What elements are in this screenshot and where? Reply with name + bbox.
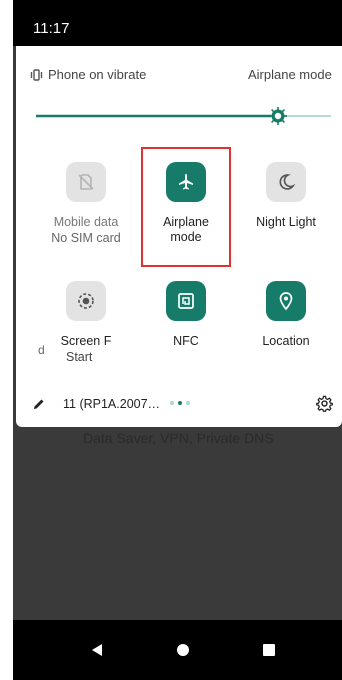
- edit-pencil-icon[interactable]: [32, 397, 46, 411]
- brightness-slider[interactable]: [36, 106, 331, 126]
- tile-label: Night Light: [256, 215, 316, 229]
- scrolled-tile-fragment: d: [38, 343, 45, 357]
- ringer-status[interactable]: Phone on vibrate: [30, 67, 146, 82]
- recents-icon: [263, 644, 275, 656]
- back-button[interactable]: [77, 634, 117, 666]
- navigation-bar: [13, 620, 342, 680]
- tile-screen-record[interactable]: Screen F Start: [36, 281, 136, 365]
- location-pin-icon: [279, 292, 293, 311]
- tile-sublabel: Start: [66, 350, 93, 364]
- tile-screen-record-button: [66, 281, 106, 321]
- tile-nfc[interactable]: NFC: [136, 281, 236, 349]
- page-dot: [186, 401, 190, 405]
- page-dot: [170, 401, 174, 405]
- screen-record-icon: [78, 293, 94, 309]
- page-indicator: [170, 401, 190, 405]
- phone-screen: 11:17 Data Saver, VPN, Private DNS Phone…: [13, 0, 342, 680]
- tile-sublabel: No SIM card: [51, 231, 121, 245]
- tile-label: Screen F: [60, 334, 112, 348]
- back-icon: [92, 644, 102, 656]
- airplane-mode-header: Airplane mode: [248, 67, 332, 82]
- home-button[interactable]: [163, 634, 203, 666]
- status-bar: 11:17: [13, 0, 342, 46]
- tile-label: Location: [262, 334, 310, 348]
- quick-settings-footer: 11 (RP1A.2007…: [16, 392, 342, 416]
- no-sim-icon: [78, 174, 94, 190]
- recents-button[interactable]: [249, 634, 289, 666]
- tile-label: Mobile data: [53, 215, 119, 229]
- tile-night-light[interactable]: Night Light: [236, 162, 336, 230]
- tile-mobile-data-button: [66, 162, 106, 202]
- settings-gear-icon[interactable]: [316, 395, 333, 412]
- page-dot-active: [178, 401, 182, 405]
- tile-night-light-button: [266, 162, 306, 202]
- tile-location[interactable]: Location: [236, 281, 336, 349]
- tile-label: NFC: [173, 334, 199, 348]
- airplane-mode-highlight-box: [141, 147, 231, 267]
- tile-mobile-data[interactable]: Mobile data No SIM card: [36, 162, 136, 246]
- tile-location-button: [266, 281, 306, 321]
- tile-nfc-button: [166, 281, 206, 321]
- vibrate-icon: [30, 68, 43, 81]
- nfc-icon: [178, 293, 194, 309]
- build-number[interactable]: 11 (RP1A.2007…: [63, 397, 160, 411]
- ringer-label: Phone on vibrate: [48, 67, 147, 82]
- home-icon: [177, 644, 189, 656]
- clock: 11:17: [33, 20, 70, 37]
- moon-icon: [279, 174, 296, 190]
- quick-settings-panel: Phone on vibrate Airplane mode Mobile da…: [16, 46, 342, 427]
- background-settings-summary: Data Saver, VPN, Private DNS: [83, 430, 274, 446]
- brightness-thumb-icon: [269, 107, 287, 125]
